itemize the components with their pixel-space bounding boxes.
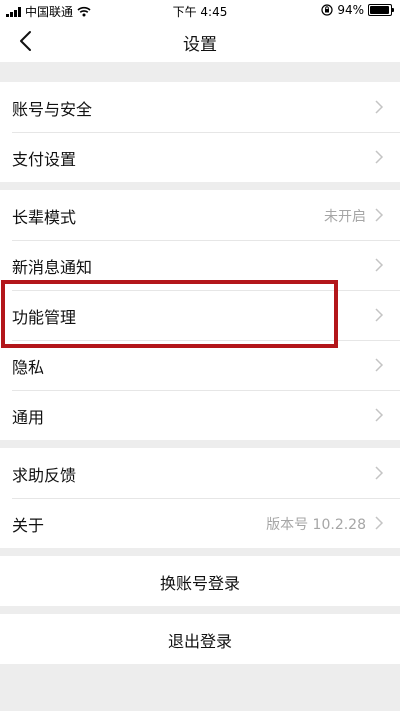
row-value: 未开启 [324,209,366,225]
chevron-right-icon [375,150,384,164]
settings-row-notifications[interactable]: 新消息通知 [0,240,400,290]
battery-icon [368,4,394,16]
settings-row-general[interactable]: 通用 [0,390,400,440]
logout-button[interactable]: 退出登录 [0,614,400,664]
row-value: 版本号 10.2.28 [266,517,366,533]
chevron-right-icon [375,258,384,272]
chevron-right-icon [375,408,384,422]
settings-group-help: 求助反馈 关于 版本号 10.2.28 [0,448,400,548]
logout-group: 退出登录 [0,614,400,664]
row-label: 长辈模式 [12,208,77,227]
status-right: 94% [321,3,394,17]
chevron-right-icon [375,358,384,372]
settings-row-about[interactable]: 关于 版本号 10.2.28 [0,498,400,548]
row-label: 功能管理 [12,308,77,327]
settings-row-feature-management[interactable]: 功能管理 [0,290,400,340]
row-label: 隐私 [12,358,45,377]
settings-row-feedback[interactable]: 求助反馈 [0,448,400,498]
battery-fill [370,6,389,14]
settings-group-account: 账号与安全 支付设置 [0,82,400,182]
chevron-right-icon [375,466,384,480]
row-label: 通用 [12,408,45,427]
chevron-right-icon [375,208,384,222]
settings-group-general: 长辈模式 未开启 新消息通知 功能管理 隐私 通用 [0,190,400,440]
row-label: 支付设置 [12,150,77,169]
chevron-right-icon [375,100,384,114]
row-label: 关于 [12,516,45,535]
switch-account-label: 换账号登录 [159,574,240,593]
orientation-lock-icon [321,4,333,16]
switch-account-button[interactable]: 换账号登录 [0,556,400,606]
row-label: 新消息通知 [12,258,93,277]
row-label: 求助反馈 [12,466,77,485]
row-label: 账号与安全 [12,100,93,119]
chevron-right-icon [375,308,384,322]
switch-account-group: 换账号登录 [0,556,400,606]
nav-bar: 设置 [0,20,400,62]
settings-row-account-security[interactable]: 账号与安全 [0,82,400,132]
settings-row-elder-mode[interactable]: 长辈模式 未开启 [0,190,400,240]
settings-row-privacy[interactable]: 隐私 [0,340,400,390]
logout-label: 退出登录 [167,632,232,651]
battery-percent: 94% [337,3,364,17]
status-bar: 中国联通 下午 4:45 94% [0,0,400,20]
page-title: 设置 [183,35,217,55]
settings-row-payment[interactable]: 支付设置 [0,132,400,182]
chevron-right-icon [375,516,384,530]
